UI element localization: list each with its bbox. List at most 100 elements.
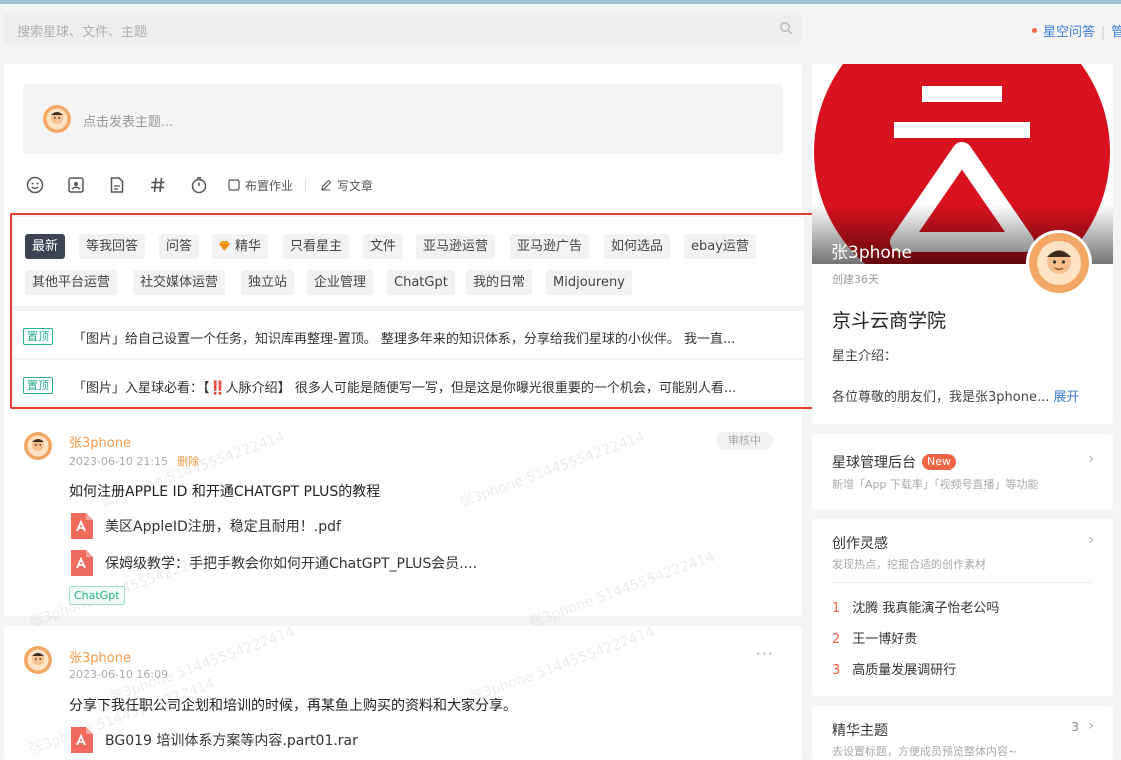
tag-other-platforms[interactable]: 其他平台运营 [25, 270, 118, 295]
tag-essence-label: 精华 [235, 239, 262, 254]
hot-topic-item[interactable]: 3 高质量发展调研行 [832, 659, 956, 678]
author-name[interactable]: 张3phone [69, 647, 131, 666]
post-title[interactable]: 分享下我任职公司企划和培训的时候，再某鱼上购买的资料和大家分享。 [69, 695, 517, 715]
file-icon[interactable] [105, 173, 129, 197]
file-attachment[interactable]: 保姆级教学：手把手教会你如何开通ChatGPT_PLUS会员.... [69, 550, 477, 576]
author-name[interactable]: 张3phone [69, 432, 131, 451]
more-options-button[interactable]: ··· [756, 644, 774, 663]
featured-title: 精华主题 [832, 723, 888, 739]
tag-filter-bar: 最新 等我回答 问答 精华 只看星主 文件 亚马逊运营 亚马逊广告 如何选品 e… [14, 217, 804, 306]
pinned-topic[interactable]: 置顶 「图片」给自己设置一个任务，知识库再整理-置顶。 整理多年来的知识体系，分… [14, 311, 804, 358]
image-icon[interactable] [64, 173, 88, 197]
inspiration-card: 创作灵感 发现热点，挖掘合适的创作素材 › 1 沈腾 我真能演子怡老公吗 2 王一博… [812, 519, 1113, 696]
tag-amazon-ads[interactable]: 亚马逊广告 [510, 234, 590, 259]
hot-topic-text: 高质量发展调研行 [852, 663, 957, 678]
created-days: 创建36天 [832, 273, 879, 286]
post-composer[interactable]: 点击发表主题... [23, 84, 783, 154]
tag-qa[interactable]: 问答 [159, 234, 200, 259]
pinned-badge: 置顶 [23, 328, 53, 345]
search-icon[interactable] [779, 21, 793, 39]
truncated-link[interactable]: 管 [1111, 25, 1121, 40]
write-article-button[interactable]: 写文章 [320, 177, 373, 194]
emoji-icon[interactable] [23, 173, 47, 197]
hot-rank: 3 [832, 663, 841, 678]
tag-essence[interactable]: 精华 [212, 234, 269, 259]
checkbox-icon [228, 179, 240, 191]
chevron-right-icon: › [1088, 718, 1094, 734]
post-title[interactable]: 如何注册APPLE ID 和开通CHATGPT PLUS的教程 [69, 481, 380, 501]
tag-social-media[interactable]: 社交媒体运营 [133, 270, 226, 295]
timer-icon[interactable] [187, 173, 211, 197]
file-attachment[interactable]: 美区AppleID注册，稳定且耐用！.pdf [69, 513, 341, 539]
top-links: 星空问答 | 管 [1032, 21, 1121, 40]
post-time: 2023-06-10 21:15 [69, 455, 169, 468]
assign-homework-label: 布置作业 [245, 178, 294, 193]
assign-homework-button[interactable]: 布置作业 [228, 177, 293, 194]
delete-button[interactable]: 删除 [177, 455, 199, 468]
admin-title: 星球管理后台 New [832, 452, 956, 472]
watermark: 张3phone 51445554222414 [457, 428, 648, 511]
intro-text: 各位尊敬的朋友们，我是张3phone... [832, 390, 1050, 405]
pinned-topic-text: 「图片」给自己设置一个任务，知识库再整理-置顶。 整理多年来的知识体系，分享给我… [73, 332, 736, 347]
hot-topic-item[interactable]: 1 沈腾 我真能演子怡老公吗 [832, 597, 999, 616]
tag-ebay-ops[interactable]: ebay运营 [684, 234, 756, 259]
featured-card[interactable]: 精华主题 3 › 去设置标题，方便成员预览整体内容~ [812, 706, 1113, 760]
divider [832, 582, 1093, 583]
qa-link[interactable]: 星空问答 [1043, 25, 1095, 40]
tag-daily[interactable]: 我的日常 [466, 270, 533, 295]
link-divider: | [1101, 25, 1106, 40]
owner-avatar[interactable] [1026, 230, 1092, 296]
featured-subtitle: 去设置标题，方便成员预览整体内容~ [832, 745, 1018, 758]
tag-latest[interactable]: 最新 [25, 234, 66, 259]
tag-waiting-answer[interactable]: 等我回答 [79, 234, 146, 259]
hot-rank: 2 [832, 632, 841, 647]
hot-rank: 1 [832, 601, 841, 616]
status-badge: 审核中 [716, 432, 773, 450]
hot-topic-item[interactable]: 2 王一博好贵 [832, 628, 917, 647]
intro-heading: 星主介绍： [832, 349, 898, 364]
tag-management[interactable]: 企业管理 [307, 270, 374, 295]
topic-tag[interactable]: ChatGpt [69, 586, 125, 605]
group-info-card: 张3phone 创建36天 京斗云商学院 星主介绍： 各位尊敬的朋友们，我是张3… [812, 64, 1113, 424]
admin-card[interactable]: 星球管理后台 New 新增「App 下载率」「视频号直播」等功能 › [812, 434, 1113, 509]
inspiration-title[interactable]: 创作灵感 [832, 533, 888, 553]
avatar[interactable] [23, 431, 53, 465]
pdf-file-icon [71, 550, 93, 576]
pinned-topic[interactable]: 置顶 「图片」入星球必看：【‼️人脉介绍】 很多人可能是随便写一写，但是这是你曝… [14, 360, 804, 407]
tag-chatgpt[interactable]: ChatGpt [387, 270, 455, 295]
avatar [42, 104, 72, 138]
topic-card: 张3phone 51445554222414 张3phone 514455542… [4, 624, 802, 760]
pinned-topic-text: 「图片」入星球必看：【‼️人脉介绍】 很多人可能是随便写一写，但是这是你曝光很重… [73, 381, 737, 396]
hashtag-icon[interactable] [146, 173, 170, 197]
pen-icon [321, 179, 332, 191]
group-name: 京斗云商学院 [832, 310, 947, 332]
tag-owner-only[interactable]: 只看星主 [283, 234, 350, 259]
tag-files[interactable]: 文件 [363, 234, 404, 259]
tag-amazon-ops[interactable]: 亚马逊运营 [416, 234, 496, 259]
tag-midjourney[interactable]: Midjoureny [546, 270, 632, 295]
file-name: 美区AppleID注册，稳定且耐用！.pdf [105, 519, 341, 535]
admin-title-text: 星球管理后台 [832, 455, 916, 471]
highlighted-filter-region: 最新 等我回答 问答 精华 只看星主 文件 亚马逊运营 亚马逊广告 如何选品 e… [10, 213, 814, 409]
post-meta: 2023-06-10 21:15 删除 [69, 453, 199, 469]
admin-subtitle: 新增「App 下载率」「视频号直播」等功能 [832, 478, 1039, 491]
hot-topic-text: 王一博好贵 [852, 632, 918, 647]
owner-intro: 各位尊敬的朋友们，我是张3phone... 展开 [832, 386, 1079, 405]
watermark: 张3phone 51445554222414 [527, 548, 718, 631]
search-input[interactable]: 搜索星球、文件、主题 [4, 13, 802, 44]
file-name: 保姆级教学：手把手教会你如何开通ChatGPT_PLUS会员.... [105, 556, 478, 572]
toolbar-divider [305, 179, 307, 191]
chevron-right-icon[interactable]: › [1088, 532, 1094, 548]
owner-name: 张3phone [831, 243, 913, 263]
window-top-border [0, 0, 1121, 4]
rar-file-icon [71, 727, 93, 753]
expand-link[interactable]: 展开 [1053, 390, 1079, 405]
featured-count: 3 [1071, 720, 1079, 734]
tag-product-selection[interactable]: 如何选品 [604, 234, 671, 259]
inspiration-subtitle: 发现热点，挖掘合适的创作素材 [832, 558, 986, 571]
hot-topic-text: 沈腾 我真能演子怡老公吗 [852, 601, 1000, 616]
search-placeholder: 搜索星球、文件、主题 [17, 25, 148, 40]
tag-independent-site[interactable]: 独立站 [241, 270, 295, 295]
avatar[interactable] [23, 645, 53, 679]
file-attachment[interactable]: BG019 培训体系方案等内容.part01.rar [69, 727, 358, 753]
